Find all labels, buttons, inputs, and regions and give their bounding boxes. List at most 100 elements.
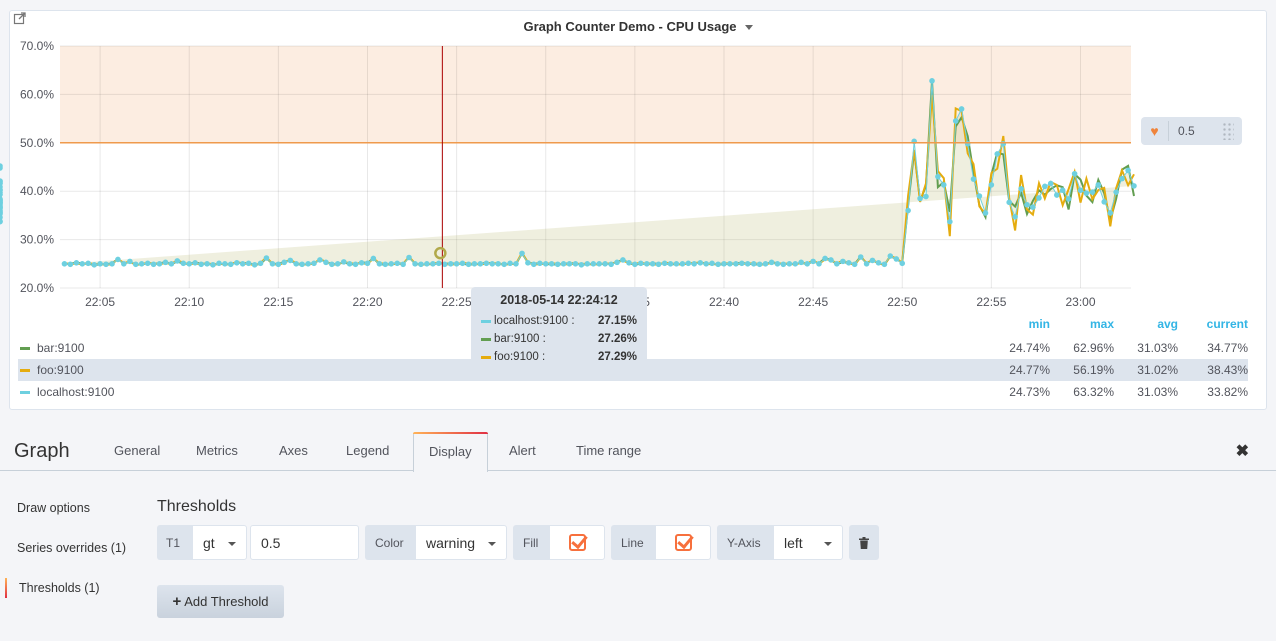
tooltip-series-value: 27.29% bbox=[597, 351, 637, 363]
series-point-localhost bbox=[727, 261, 733, 267]
series-point-localhost bbox=[430, 261, 436, 267]
threshold-label: T1 bbox=[157, 525, 192, 560]
threshold-handle[interactable]: ♥ 0.5 bbox=[1141, 117, 1242, 145]
legend-header-max[interactable]: max bbox=[1050, 317, 1114, 331]
series-point-localhost bbox=[691, 261, 698, 267]
series-point-localhost bbox=[263, 255, 270, 261]
series-point-localhost bbox=[1101, 199, 1108, 205]
yaxis-select[interactable]: left bbox=[773, 525, 843, 560]
tab-display[interactable]: Display bbox=[413, 432, 488, 472]
graph-tooltip: 2018-05-14 22:24:12 localhost:9100 : 27.… bbox=[471, 287, 647, 369]
heart-icon: ♥ bbox=[1141, 121, 1169, 141]
series-point-localhost bbox=[162, 259, 169, 266]
series-point-localhost bbox=[697, 260, 704, 266]
series-point-localhost bbox=[299, 261, 305, 268]
legend-header-current[interactable]: current bbox=[1178, 317, 1248, 331]
x-tick-label: 22:25 bbox=[442, 295, 472, 309]
tab-time-range[interactable]: Time range bbox=[576, 443, 641, 458]
fill-checkbox[interactable] bbox=[549, 525, 605, 560]
series-point-localhost bbox=[204, 261, 210, 267]
series-point-localhost bbox=[554, 261, 561, 268]
series-point-localhost bbox=[174, 258, 181, 264]
series-point-localhost bbox=[1059, 187, 1066, 194]
tab-alert[interactable]: Alert bbox=[509, 443, 536, 458]
x-tick-label: 22:55 bbox=[976, 295, 1006, 309]
section-title: Thresholds bbox=[157, 498, 237, 515]
add-threshold-button[interactable]: + Add Threshold bbox=[157, 585, 284, 618]
threshold-line-group: Line bbox=[611, 525, 711, 560]
series-point-localhost bbox=[602, 261, 608, 267]
series-point-localhost bbox=[703, 261, 709, 267]
series-point-localhost bbox=[828, 257, 834, 263]
series-color-swatch[interactable] bbox=[20, 390, 30, 394]
tab-metrics[interactable]: Metrics bbox=[196, 443, 238, 458]
threshold-value-group: 0.5 bbox=[250, 525, 359, 560]
series-current: 38.43% bbox=[1207, 363, 1248, 377]
series-point-localhost bbox=[519, 250, 525, 257]
series-point-localhost bbox=[168, 261, 175, 267]
legend-row[interactable]: localhost:9100 24.73% 63.32% 31.03% 33.8… bbox=[18, 381, 1248, 403]
threshold-op-group: T1 gt bbox=[157, 525, 247, 560]
series-point-localhost bbox=[388, 261, 394, 267]
series-point-localhost bbox=[940, 182, 947, 188]
series-point-localhost bbox=[566, 261, 573, 267]
series-point-localhost bbox=[614, 259, 620, 266]
tooltip-series-value: 27.26% bbox=[597, 333, 637, 345]
series-color-swatch[interactable] bbox=[20, 368, 30, 372]
series-point-localhost bbox=[198, 261, 204, 268]
caret-down-icon bbox=[488, 542, 496, 546]
series-point-localhost bbox=[893, 256, 900, 262]
color-select[interactable]: warning bbox=[415, 525, 507, 560]
legend-header-min[interactable]: min bbox=[986, 317, 1050, 331]
x-tick-label: 22:50 bbox=[887, 295, 917, 309]
side-item-thresholds[interactable]: Thresholds (1) bbox=[5, 578, 100, 598]
tab-general[interactable]: General bbox=[114, 443, 160, 458]
series-point-localhost bbox=[655, 261, 662, 268]
series-name[interactable]: localhost:9100 bbox=[37, 385, 986, 399]
threshold-yaxis-group: Y-Axis left bbox=[717, 525, 843, 560]
threshold-value-input[interactable]: 0.5 bbox=[250, 525, 359, 560]
series-point-localhost bbox=[804, 261, 811, 267]
series-color-swatch[interactable] bbox=[20, 346, 30, 350]
threshold-op-select[interactable]: gt bbox=[192, 525, 247, 560]
series-point-localhost bbox=[275, 261, 282, 268]
series-point-localhost bbox=[1000, 140, 1007, 147]
cpu-usage-chart[interactable]: 20.0% 30.0% 40.0% 50.0% 60.0% 70.0% 22:05 22:10… bbox=[0, 0, 1276, 320]
tab-legend[interactable]: Legend bbox=[346, 443, 389, 458]
legend-header-avg[interactable]: avg bbox=[1114, 317, 1178, 331]
series-point-localhost bbox=[1012, 214, 1018, 220]
series-point-localhost bbox=[127, 258, 133, 265]
series-point-localhost bbox=[863, 261, 870, 267]
series-point-localhost bbox=[881, 261, 888, 268]
series-point-localhost bbox=[917, 195, 923, 202]
series-max: 63.32% bbox=[1073, 385, 1114, 399]
tab-axes[interactable]: Axes bbox=[279, 443, 308, 458]
series-color-swatch bbox=[481, 355, 491, 359]
series-point-localhost bbox=[709, 260, 715, 267]
series-point-localhost bbox=[620, 257, 626, 263]
series-point-localhost bbox=[970, 176, 977, 182]
series-point-localhost bbox=[667, 261, 674, 267]
series-point-localhost bbox=[923, 193, 929, 200]
series-point-localhost bbox=[1131, 183, 1137, 189]
series-point-localhost bbox=[370, 255, 377, 262]
x-tick-label: 22:45 bbox=[798, 295, 828, 309]
series-point-localhost bbox=[227, 261, 234, 268]
editor-header: Graph General Metrics Axes Legend Displa… bbox=[0, 431, 1276, 472]
side-item-draw-options[interactable]: Draw options bbox=[17, 501, 90, 515]
side-item-series-overrides[interactable]: Series overrides (1) bbox=[17, 541, 126, 555]
delete-threshold-button[interactable] bbox=[849, 525, 879, 560]
close-icon[interactable]: ✖ bbox=[1236, 441, 1249, 461]
line-checkbox[interactable] bbox=[655, 525, 711, 560]
series-point-localhost bbox=[281, 259, 288, 266]
series-point-localhost bbox=[156, 261, 163, 267]
series-point-localhost bbox=[780, 261, 787, 268]
series-point-localhost bbox=[132, 261, 139, 268]
series-point-localhost bbox=[649, 261, 656, 267]
series-point-localhost bbox=[61, 261, 68, 267]
series-point-localhost bbox=[257, 260, 264, 267]
series-point-localhost bbox=[186, 261, 193, 267]
series-point-localhost bbox=[1095, 182, 1102, 188]
drag-grip-icon[interactable] bbox=[1222, 122, 1234, 140]
series-point-localhost bbox=[210, 261, 216, 268]
